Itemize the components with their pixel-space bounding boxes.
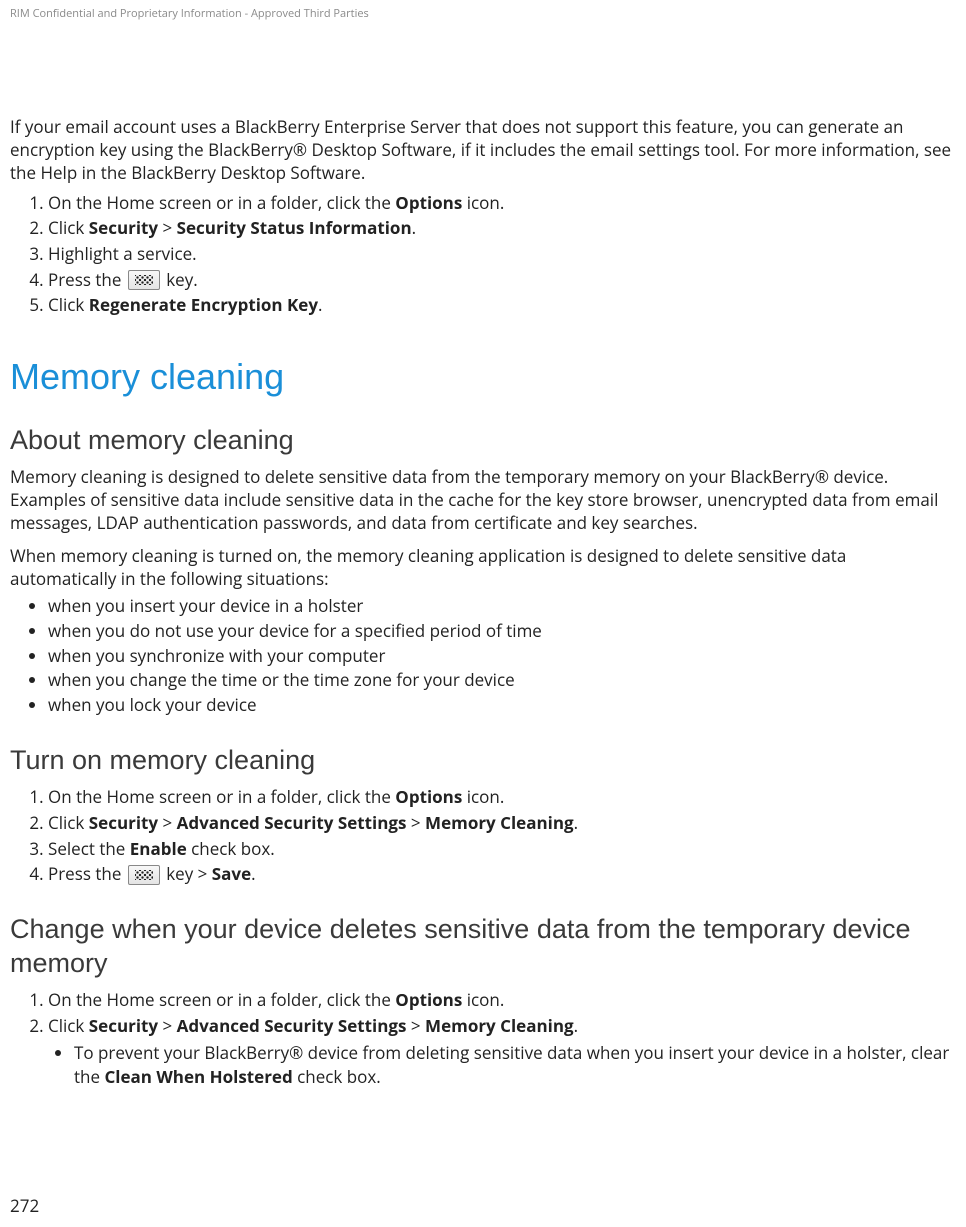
menu-key-icon — [128, 865, 160, 885]
step-text: > — [158, 216, 177, 239]
step-text: On the Home screen or in a folder, click… — [48, 988, 395, 1011]
bold-label: Advanced Security Settings — [177, 1014, 407, 1037]
step-text: On the Home screen or in a folder, click… — [48, 785, 395, 808]
step-item: On the Home screen or in a folder, click… — [48, 191, 956, 216]
subsection-heading: Turn on memory cleaning — [10, 744, 956, 778]
list-item: when you synchronize with your computer — [48, 644, 956, 669]
step-text: Select the — [48, 837, 130, 860]
step-text: . — [412, 216, 416, 239]
paragraph: When memory cleaning is turned on, the m… — [10, 545, 956, 591]
bold-label: Options — [395, 785, 462, 808]
step-text: . — [318, 293, 322, 316]
bold-label: Options — [395, 191, 462, 214]
situations-list: when you insert your device in a holster… — [10, 594, 956, 717]
bold-label: Clean When Holstered — [104, 1065, 292, 1088]
step-text: icon. — [462, 191, 504, 214]
document-page: RIM Confidential and Proprietary Informa… — [0, 0, 966, 1227]
change-steps: On the Home screen or in a folder, click… — [10, 988, 956, 1088]
step-item: Click Regenerate Encryption Key. — [48, 293, 956, 318]
bold-label: Options — [395, 988, 462, 1011]
subsection-heading: Change when your device deletes sensitiv… — [10, 913, 956, 981]
step-item: Click Security > Advanced Security Setti… — [48, 1014, 956, 1088]
bold-label: Security Status Information — [177, 216, 412, 239]
regenerate-key-steps: On the Home screen or in a folder, click… — [10, 191, 956, 318]
step-item: Select the Enable check box. — [48, 837, 956, 862]
confidential-header: RIM Confidential and Proprietary Informa… — [10, 6, 956, 21]
list-item: when you change the time or the time zon… — [48, 668, 956, 693]
bold-label: Security — [89, 216, 158, 239]
step-text: . — [574, 811, 578, 834]
list-item: when you do not use your device for a sp… — [48, 619, 956, 644]
bold-label: Security — [89, 1014, 158, 1037]
intro-paragraph: If your email account uses a BlackBerry … — [10, 116, 956, 185]
list-item: when you lock your device — [48, 693, 956, 718]
step-text: > — [406, 811, 425, 834]
step-text: icon. — [462, 988, 504, 1011]
menu-key-icon — [128, 270, 160, 290]
step-text: Press the — [48, 268, 126, 291]
step-text: > — [158, 811, 177, 834]
step-text: key > — [162, 862, 212, 885]
step-item: Click Security > Security Status Informa… — [48, 216, 956, 241]
bold-label: Advanced Security Settings — [177, 811, 407, 834]
step-text: icon. — [462, 785, 504, 808]
subsection-heading: About memory cleaning — [10, 424, 956, 458]
bold-label: Regenerate Encryption Key — [89, 293, 318, 316]
bold-label: Memory Cleaning — [425, 811, 574, 834]
step-item: Click Security > Advanced Security Setti… — [48, 811, 956, 836]
list-item: To prevent your BlackBerry® device from … — [74, 1041, 956, 1089]
bold-label: Security — [89, 811, 158, 834]
step-text: Click — [48, 811, 89, 834]
paragraph: Memory cleaning is designed to delete se… — [10, 466, 956, 535]
bold-label: Enable — [130, 837, 187, 860]
step-item: On the Home screen or in a folder, click… — [48, 988, 956, 1013]
step-text: On the Home screen or in a folder, click… — [48, 191, 395, 214]
step-text: check box. — [187, 837, 275, 860]
section-heading: Memory cleaning — [10, 356, 956, 398]
sub-bullets: To prevent your BlackBerry® device from … — [48, 1041, 956, 1089]
step-item: Press the key. — [48, 268, 956, 293]
bold-label: Save — [212, 862, 251, 885]
step-text: Click — [48, 293, 89, 316]
step-text: . — [251, 862, 255, 885]
step-item: Press the key > Save. — [48, 862, 956, 887]
step-item: On the Home screen or in a folder, click… — [48, 785, 956, 810]
step-text: . — [574, 1014, 578, 1037]
bold-label: Memory Cleaning — [425, 1014, 574, 1037]
step-text: > — [158, 1014, 177, 1037]
list-item: when you insert your device in a holster — [48, 594, 956, 619]
page-number: 272 — [10, 1194, 39, 1217]
step-text: check box. — [293, 1065, 381, 1088]
step-text: Highlight a service. — [48, 242, 197, 265]
step-text: key. — [162, 268, 198, 291]
step-text: Click — [48, 1014, 89, 1037]
step-text: Click — [48, 216, 89, 239]
step-text: Press the — [48, 862, 126, 885]
turn-on-steps: On the Home screen or in a folder, click… — [10, 785, 956, 887]
step-item: Highlight a service. — [48, 242, 956, 267]
step-text: > — [406, 1014, 425, 1037]
